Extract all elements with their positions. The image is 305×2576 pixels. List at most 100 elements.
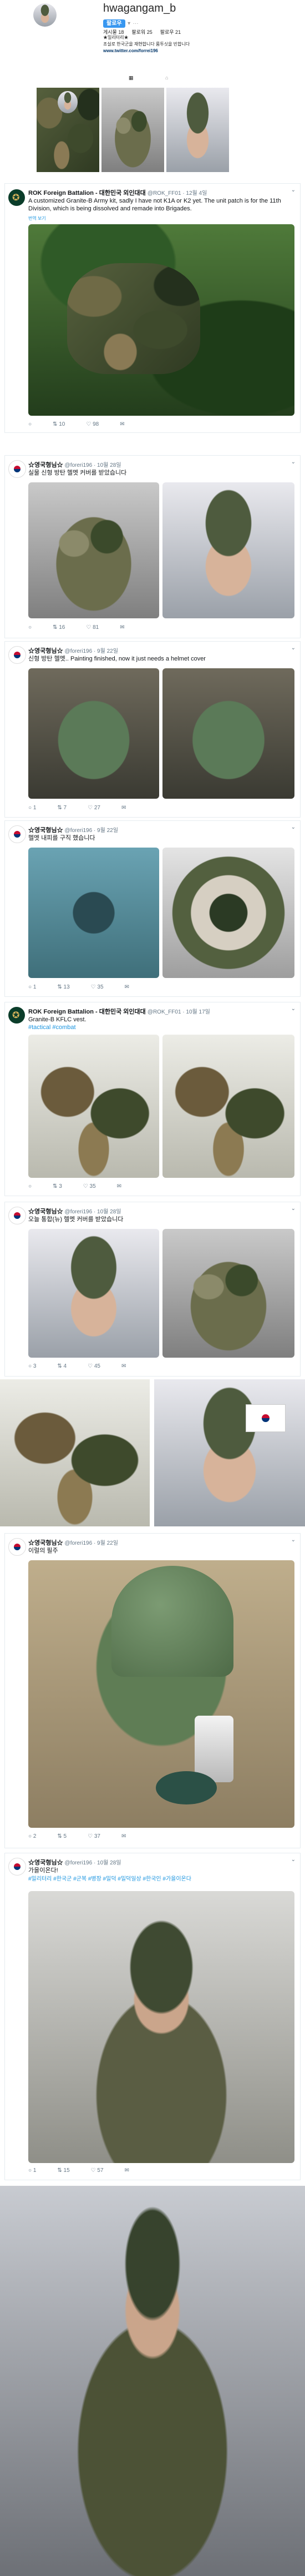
reply-icon[interactable]: ○ 3 bbox=[28, 1363, 36, 1369]
grid-photo[interactable] bbox=[166, 88, 229, 172]
tweet-photo[interactable] bbox=[28, 848, 159, 978]
tweet-author[interactable]: ROK Foreign Battalion - 대한민국 외인대대 bbox=[28, 1009, 146, 1015]
tweet[interactable]: ☆영국형님☆ @foreri196 · 10월 28일 ⌄ 실물 신형 방탄 헬… bbox=[4, 455, 301, 638]
retweet-icon[interactable]: ⇅ 5 bbox=[57, 1833, 67, 1839]
chevron-down-icon[interactable]: ⌄ bbox=[291, 1537, 296, 1543]
tweet-author[interactable]: ☆영국형님☆ bbox=[28, 462, 63, 468]
tweet-photo[interactable] bbox=[28, 482, 159, 618]
dm-icon[interactable]: ✉ bbox=[125, 2167, 129, 2174]
reply-icon[interactable]: ○ bbox=[28, 1183, 32, 1189]
tweet-author[interactable]: ☆영국형님☆ bbox=[28, 1540, 63, 1546]
tweet-handle[interactable]: @ROK_FF01 · 12월 4일 bbox=[148, 190, 207, 196]
like-icon[interactable]: ♡ 57 bbox=[91, 2167, 104, 2174]
tweet-photo[interactable] bbox=[28, 1035, 159, 1178]
hashtag-link[interactable]: #tactical #combat bbox=[28, 1024, 76, 1031]
reply-icon[interactable]: ○ 1 bbox=[28, 984, 36, 990]
tweet-photo[interactable] bbox=[28, 1229, 159, 1358]
dm-icon[interactable]: ✉ bbox=[125, 984, 129, 990]
avatar[interactable] bbox=[8, 1538, 26, 1556]
like-icon[interactable]: ♡ 35 bbox=[91, 984, 104, 990]
retweet-icon[interactable]: ⇅ 15 bbox=[57, 2167, 69, 2174]
chevron-down-icon[interactable]: ⌄ bbox=[291, 645, 296, 651]
like-icon[interactable]: ♡ 45 bbox=[88, 1363, 100, 1369]
tweet-photo[interactable] bbox=[28, 1891, 294, 2163]
profile-avatar[interactable] bbox=[33, 3, 57, 27]
dm-icon[interactable]: ✉ bbox=[120, 421, 124, 427]
dm-icon[interactable]: ✉ bbox=[120, 624, 124, 631]
tweet-photo[interactable] bbox=[162, 668, 294, 799]
tweet-author[interactable]: ☆영국형님☆ bbox=[28, 1208, 63, 1215]
tweet-author[interactable]: ☆영국형님☆ bbox=[28, 1859, 63, 1866]
chevron-down-icon[interactable]: ⌄ bbox=[291, 1857, 296, 1863]
tweet[interactable]: ☆영국형님☆ @foreri196 · 9월 22일 ⌄ 헬멧 내피를 구직 했… bbox=[4, 820, 301, 997]
avatar[interactable] bbox=[8, 1207, 26, 1224]
tweet[interactable]: ☆영국형님☆ @foreri196 · 10월 28일 ⌄ 가을이온다! #밀리… bbox=[4, 1853, 301, 2180]
reply-icon[interactable]: ○ 2 bbox=[28, 1833, 36, 1839]
more-icon[interactable]: ··· bbox=[133, 21, 139, 27]
retweet-icon[interactable]: ⇅ 13 bbox=[57, 984, 69, 990]
tab-tag-icon[interactable]: ⌂ bbox=[165, 75, 168, 80]
dm-icon[interactable]: ✉ bbox=[121, 1363, 126, 1369]
retweet-icon[interactable]: ⇅ 10 bbox=[53, 421, 65, 427]
chevron-down-icon[interactable]: ⌄ bbox=[291, 459, 296, 465]
avatar[interactable] bbox=[8, 189, 25, 206]
translate-link[interactable]: 번역 보기 bbox=[28, 215, 46, 221]
reply-icon[interactable]: ○ bbox=[28, 624, 32, 631]
tweet[interactable]: ☆영국형님☆ @foreri196 · 9월 22일 ⌄ 신형 방탄 헬멧.. … bbox=[4, 641, 301, 818]
avatar[interactable] bbox=[8, 1858, 26, 1876]
chevron-down-icon[interactable]: ⌄ bbox=[291, 1006, 296, 1012]
tweet-handle[interactable]: @foreri196 · 10월 28일 bbox=[65, 462, 121, 468]
reply-icon[interactable]: ○ bbox=[28, 421, 32, 427]
tweet-author[interactable]: ☆영국형님☆ bbox=[28, 827, 63, 834]
avatar[interactable] bbox=[8, 1007, 25, 1024]
tab-grid-icon[interactable]: ▦ bbox=[129, 75, 134, 81]
tweet-handle[interactable]: @foreri196 · 9월 22일 bbox=[65, 648, 118, 654]
bio-link[interactable]: www.twitter.com/forrei196 bbox=[103, 48, 214, 54]
reply-icon[interactable]: ○ 1 bbox=[28, 2167, 36, 2174]
tweet-photo[interactable] bbox=[28, 1560, 294, 1828]
tweet-photo[interactable] bbox=[162, 848, 294, 978]
tweet[interactable]: ☆영국형님☆ @foreri196 · 9월 22일 ⌄ 이럴의 필주 ○ 2 ⇅… bbox=[4, 1533, 301, 1848]
photo[interactable] bbox=[154, 1379, 305, 1526]
tweet-handle[interactable]: @ROK_FF01 · 10월 17일 bbox=[148, 1009, 210, 1015]
tweet[interactable]: ROK Foreign Battalion - 대한민국 외인대대 @ROK_F… bbox=[4, 183, 301, 433]
tweet-handle[interactable]: @foreri196 · 9월 22일 bbox=[65, 1540, 118, 1546]
chevron-down-icon[interactable]: ⌄ bbox=[291, 824, 296, 830]
like-icon[interactable]: ♡ 35 bbox=[83, 1183, 96, 1189]
retweet-icon[interactable]: ⇅ 16 bbox=[53, 624, 65, 631]
tweet-handle[interactable]: @foreri196 · 10월 28일 bbox=[65, 1209, 121, 1215]
tweet-author[interactable]: ☆영국형님☆ bbox=[28, 648, 63, 654]
retweet-icon[interactable]: ⇅ 3 bbox=[53, 1183, 62, 1189]
tweet[interactable]: ☆영국형님☆ @foreri196 · 10월 28일 ⌄ 오늘 통합(뉴) 헬… bbox=[4, 1202, 301, 1377]
tweet-photo[interactable] bbox=[162, 1035, 294, 1178]
tweet-photo[interactable] bbox=[162, 482, 294, 618]
like-icon[interactable]: ♡ 37 bbox=[88, 1833, 100, 1839]
tweet-author[interactable]: ROK Foreign Battalion - 대한민국 외인대대 bbox=[28, 190, 146, 196]
tweet-photo[interactable] bbox=[162, 1229, 294, 1358]
chevron-down-icon[interactable]: ▾ bbox=[128, 21, 130, 27]
tweet-photo[interactable] bbox=[28, 224, 294, 416]
like-icon[interactable]: ♡ 98 bbox=[86, 421, 99, 427]
dm-icon[interactable]: ✉ bbox=[117, 1183, 121, 1189]
tweet[interactable]: ROK Foreign Battalion - 대한민국 외인대대 @ROK_F… bbox=[4, 1002, 301, 1196]
retweet-icon[interactable]: ⇅ 4 bbox=[57, 1363, 67, 1369]
like-icon[interactable]: ♡ 81 bbox=[86, 624, 99, 631]
grid-photo[interactable] bbox=[101, 88, 164, 172]
hashtag-link[interactable]: #밀리터리 #한국군 #군복 #병장 #밀덕 #밀덕일상 #한국인 #가을이온다 bbox=[28, 1876, 294, 1883]
chevron-down-icon[interactable]: ⌄ bbox=[291, 1206, 296, 1212]
tweet-handle[interactable]: @foreri196 · 9월 22일 bbox=[65, 828, 118, 834]
chevron-down-icon[interactable]: ⌄ bbox=[291, 187, 296, 193]
tweet-handle[interactable]: @foreri196 · 10월 28일 bbox=[65, 1860, 121, 1866]
avatar[interactable] bbox=[8, 460, 26, 478]
photo[interactable] bbox=[0, 1379, 150, 1526]
avatar[interactable] bbox=[8, 825, 26, 843]
reply-icon[interactable]: ○ 1 bbox=[28, 805, 36, 811]
avatar[interactable] bbox=[8, 646, 26, 664]
photo[interactable] bbox=[0, 2186, 305, 2576]
tweet-photo[interactable] bbox=[28, 668, 159, 799]
dm-icon[interactable]: ✉ bbox=[121, 805, 126, 811]
dm-icon[interactable]: ✉ bbox=[121, 1833, 126, 1839]
like-icon[interactable]: ♡ 27 bbox=[88, 805, 100, 811]
grid-photo[interactable] bbox=[37, 88, 99, 172]
retweet-icon[interactable]: ⇅ 7 bbox=[57, 805, 67, 811]
